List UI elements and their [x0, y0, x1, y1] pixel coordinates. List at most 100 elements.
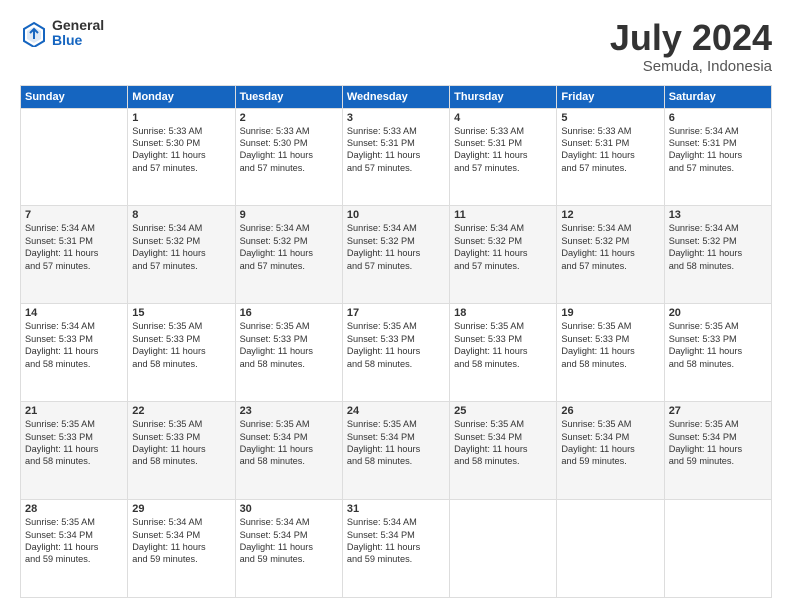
day-number: 16: [240, 307, 338, 319]
day-number: 13: [669, 209, 767, 221]
day-info: Sunrise: 5:35 AM Sunset: 5:34 PM Dayligh…: [669, 418, 767, 468]
table-row: 23Sunrise: 5:35 AM Sunset: 5:34 PM Dayli…: [235, 402, 342, 500]
table-row: 14Sunrise: 5:34 AM Sunset: 5:33 PM Dayli…: [21, 304, 128, 402]
day-number: 1: [132, 112, 230, 124]
col-saturday: Saturday: [664, 85, 771, 108]
day-info: Sunrise: 5:33 AM Sunset: 5:31 PM Dayligh…: [454, 125, 552, 175]
table-row: 1Sunrise: 5:33 AM Sunset: 5:30 PM Daylig…: [128, 108, 235, 206]
day-info: Sunrise: 5:34 AM Sunset: 5:34 PM Dayligh…: [347, 516, 445, 566]
day-number: 18: [454, 307, 552, 319]
day-number: 11: [454, 209, 552, 221]
page: General Blue July 2024 Semuda, Indonesia…: [0, 0, 792, 612]
logo-blue-text: Blue: [52, 33, 104, 48]
table-row: 10Sunrise: 5:34 AM Sunset: 5:32 PM Dayli…: [342, 206, 449, 304]
day-info: Sunrise: 5:34 AM Sunset: 5:33 PM Dayligh…: [25, 320, 123, 370]
table-row: 5Sunrise: 5:33 AM Sunset: 5:31 PM Daylig…: [557, 108, 664, 206]
day-number: 5: [561, 112, 659, 124]
day-number: 17: [347, 307, 445, 319]
table-row: [450, 500, 557, 598]
table-row: 22Sunrise: 5:35 AM Sunset: 5:33 PM Dayli…: [128, 402, 235, 500]
table-row: 30Sunrise: 5:34 AM Sunset: 5:34 PM Dayli…: [235, 500, 342, 598]
calendar-week-1: 1 Sunrise: 5:33 AM Sunset: 5:30 PM Daylig…: [21, 108, 772, 206]
table-row: 31Sunrise: 5:34 AM Sunset: 5:34 PM Dayli…: [342, 500, 449, 598]
day-info: Sunrise: 5:34 AM Sunset: 5:32 PM Dayligh…: [132, 222, 230, 272]
table-row: 6Sunrise: 5:34 AM Sunset: 5:31 PM Daylig…: [664, 108, 771, 206]
table-row: 18Sunrise: 5:35 AM Sunset: 5:33 PM Dayli…: [450, 304, 557, 402]
table-row: 3Sunrise: 5:33 AM Sunset: 5:31 PM Daylig…: [342, 108, 449, 206]
day-info: Sunrise: 5:34 AM Sunset: 5:32 PM Dayligh…: [347, 222, 445, 272]
day-number: 8: [132, 209, 230, 221]
table-row: 11Sunrise: 5:34 AM Sunset: 5:32 PM Dayli…: [450, 206, 557, 304]
logo-text: General Blue: [52, 18, 104, 49]
day-info: Sunrise: 5:35 AM Sunset: 5:34 PM Dayligh…: [347, 418, 445, 468]
day-number: 21: [25, 405, 123, 417]
day-info: Sunrise: 5:35 AM Sunset: 5:34 PM Dayligh…: [240, 418, 338, 468]
table-row: 27Sunrise: 5:35 AM Sunset: 5:34 PM Dayli…: [664, 402, 771, 500]
day-info: Sunrise: 5:34 AM Sunset: 5:32 PM Dayligh…: [669, 222, 767, 272]
calendar-week-4: 21Sunrise: 5:35 AM Sunset: 5:33 PM Dayli…: [21, 402, 772, 500]
day-info: Sunrise: 5:34 AM Sunset: 5:32 PM Dayligh…: [240, 222, 338, 272]
day-number: 6: [669, 112, 767, 124]
day-info: Sunrise: 5:35 AM Sunset: 5:34 PM Dayligh…: [454, 418, 552, 468]
day-info: Sunrise: 5:35 AM Sunset: 5:33 PM Dayligh…: [454, 320, 552, 370]
day-number: 29: [132, 503, 230, 515]
day-number: 30: [240, 503, 338, 515]
col-thursday: Thursday: [450, 85, 557, 108]
table-row: 25Sunrise: 5:35 AM Sunset: 5:34 PM Dayli…: [450, 402, 557, 500]
day-number: 27: [669, 405, 767, 417]
col-monday: Monday: [128, 85, 235, 108]
day-info: Sunrise: 5:35 AM Sunset: 5:33 PM Dayligh…: [132, 320, 230, 370]
day-info: Sunrise: 5:35 AM Sunset: 5:33 PM Dayligh…: [240, 320, 338, 370]
table-row: 29Sunrise: 5:34 AM Sunset: 5:34 PM Dayli…: [128, 500, 235, 598]
day-number: 28: [25, 503, 123, 515]
day-number: 12: [561, 209, 659, 221]
day-info: Sunrise: 5:35 AM Sunset: 5:33 PM Dayligh…: [347, 320, 445, 370]
day-number: 31: [347, 503, 445, 515]
day-number: 19: [561, 307, 659, 319]
day-info: Sunrise: 5:34 AM Sunset: 5:31 PM Dayligh…: [25, 222, 123, 272]
day-info: Sunrise: 5:34 AM Sunset: 5:32 PM Dayligh…: [454, 222, 552, 272]
calendar-header-row: Sunday Monday Tuesday Wednesday Thursday…: [21, 85, 772, 108]
day-number: 14: [25, 307, 123, 319]
day-number: 25: [454, 405, 552, 417]
day-info: Sunrise: 5:35 AM Sunset: 5:33 PM Dayligh…: [132, 418, 230, 468]
table-row: 12Sunrise: 5:34 AM Sunset: 5:32 PM Dayli…: [557, 206, 664, 304]
table-row: 13Sunrise: 5:34 AM Sunset: 5:32 PM Dayli…: [664, 206, 771, 304]
calendar-week-5: 28Sunrise: 5:35 AM Sunset: 5:34 PM Dayli…: [21, 500, 772, 598]
table-row: 26Sunrise: 5:35 AM Sunset: 5:34 PM Dayli…: [557, 402, 664, 500]
table-row: 15Sunrise: 5:35 AM Sunset: 5:33 PM Dayli…: [128, 304, 235, 402]
header: General Blue July 2024 Semuda, Indonesia: [20, 18, 772, 75]
logo-general-text: General: [52, 18, 104, 33]
table-row: [21, 108, 128, 206]
day-number: 9: [240, 209, 338, 221]
day-number: 2: [240, 112, 338, 124]
table-row: 7Sunrise: 5:34 AM Sunset: 5:31 PM Daylig…: [21, 206, 128, 304]
day-info: Sunrise: 5:33 AM Sunset: 5:30 PM Dayligh…: [240, 125, 338, 175]
day-number: 22: [132, 405, 230, 417]
table-row: 16Sunrise: 5:35 AM Sunset: 5:33 PM Dayli…: [235, 304, 342, 402]
table-row: 2Sunrise: 5:33 AM Sunset: 5:30 PM Daylig…: [235, 108, 342, 206]
table-row: 8Sunrise: 5:34 AM Sunset: 5:32 PM Daylig…: [128, 206, 235, 304]
col-tuesday: Tuesday: [235, 85, 342, 108]
table-row: 4Sunrise: 5:33 AM Sunset: 5:31 PM Daylig…: [450, 108, 557, 206]
day-info: Sunrise: 5:34 AM Sunset: 5:34 PM Dayligh…: [240, 516, 338, 566]
calendar-week-2: 7Sunrise: 5:34 AM Sunset: 5:31 PM Daylig…: [21, 206, 772, 304]
day-number: 10: [347, 209, 445, 221]
table-row: 9Sunrise: 5:34 AM Sunset: 5:32 PM Daylig…: [235, 206, 342, 304]
logo: General Blue: [20, 18, 104, 49]
day-number: 20: [669, 307, 767, 319]
table-row: 24Sunrise: 5:35 AM Sunset: 5:34 PM Dayli…: [342, 402, 449, 500]
day-info: Sunrise: 5:34 AM Sunset: 5:32 PM Dayligh…: [561, 222, 659, 272]
day-info: Sunrise: 5:33 AM Sunset: 5:31 PM Dayligh…: [347, 125, 445, 175]
logo-icon: [20, 19, 48, 47]
calendar-week-3: 14Sunrise: 5:34 AM Sunset: 5:33 PM Dayli…: [21, 304, 772, 402]
day-info: Sunrise: 5:35 AM Sunset: 5:33 PM Dayligh…: [561, 320, 659, 370]
day-info: Sunrise: 5:35 AM Sunset: 5:33 PM Dayligh…: [669, 320, 767, 370]
col-wednesday: Wednesday: [342, 85, 449, 108]
day-number: 4: [454, 112, 552, 124]
table-row: 20Sunrise: 5:35 AM Sunset: 5:33 PM Dayli…: [664, 304, 771, 402]
day-info: Sunrise: 5:35 AM Sunset: 5:33 PM Dayligh…: [25, 418, 123, 468]
table-row: 21Sunrise: 5:35 AM Sunset: 5:33 PM Dayli…: [21, 402, 128, 500]
day-info: Sunrise: 5:33 AM Sunset: 5:31 PM Dayligh…: [561, 125, 659, 175]
table-row: [557, 500, 664, 598]
